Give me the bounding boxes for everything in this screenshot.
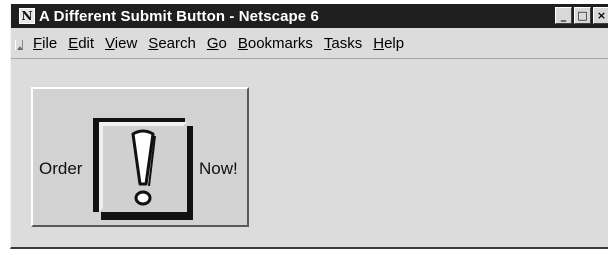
minimize-button[interactable]: _ bbox=[555, 7, 572, 24]
exclamation-icon bbox=[93, 118, 193, 220]
menu-edit[interactable]: Edit bbox=[68, 35, 94, 52]
button-right-text: Now! bbox=[199, 159, 238, 178]
menu-bookmarks[interactable]: Bookmarks bbox=[238, 35, 313, 52]
menu-search[interactable]: Search bbox=[148, 35, 196, 52]
browser-window: N A Different Submit Button - Netscape 6… bbox=[10, 4, 608, 249]
menu-help[interactable]: Help bbox=[373, 35, 404, 52]
close-button[interactable]: × bbox=[593, 7, 608, 24]
window-title: A Different Submit Button - Netscape 6 bbox=[39, 7, 319, 25]
menu-file[interactable]: File bbox=[33, 35, 57, 52]
menu-view[interactable]: View bbox=[105, 35, 137, 52]
page-content: Order Now! bbox=[11, 58, 608, 247]
maximize-button[interactable]: □ bbox=[574, 7, 591, 24]
menu-tasks[interactable]: Tasks bbox=[324, 35, 362, 52]
menu-bar: File Edit View Search Go Bookmarks Tasks… bbox=[11, 28, 608, 58]
toolbar-grip-icon[interactable] bbox=[15, 40, 23, 50]
menu-go[interactable]: Go bbox=[207, 35, 227, 52]
order-now-submit-button[interactable]: Order Now! bbox=[31, 87, 249, 227]
title-bar[interactable]: N A Different Submit Button - Netscape 6… bbox=[11, 4, 608, 28]
window-controls: _ □ × bbox=[555, 7, 608, 24]
netscape-icon[interactable]: N bbox=[19, 8, 35, 24]
button-left-text: Order bbox=[39, 159, 83, 178]
